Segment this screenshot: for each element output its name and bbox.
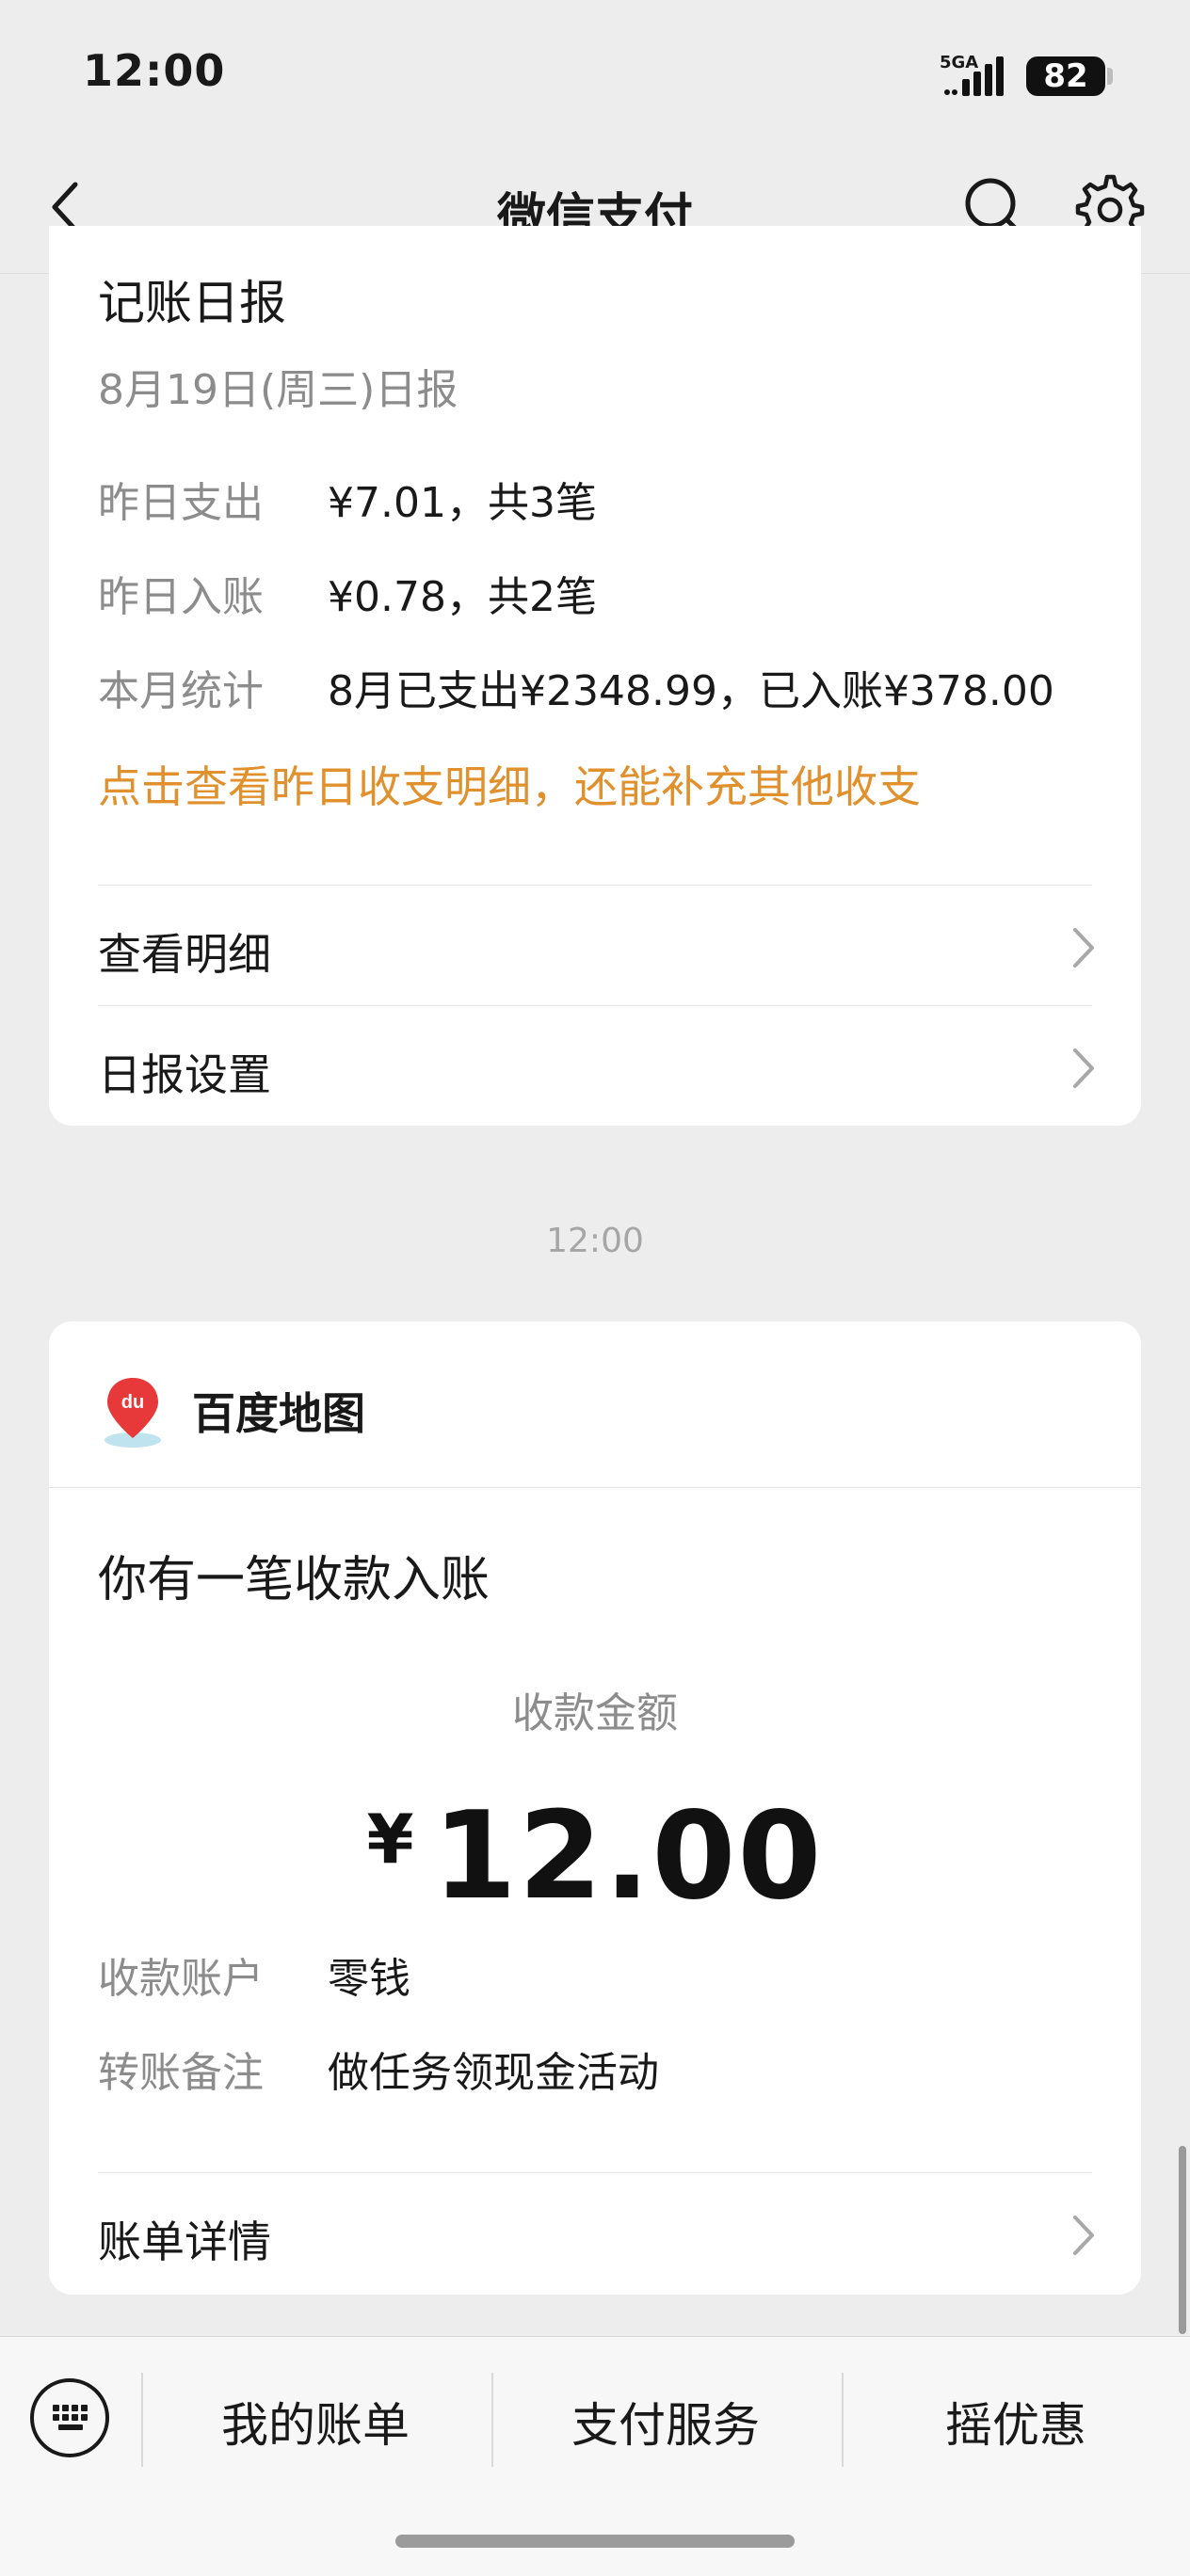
currency-symbol: ¥ [366, 1800, 414, 1879]
row-value: 做任务领现金活动 [328, 2049, 659, 2097]
menu-shake-offers[interactable]: 摇优惠 [842, 2388, 1190, 2456]
payment-title: 你有一笔收款入账 [98, 1552, 490, 1608]
chevron-right-icon [1073, 928, 1094, 968]
view-details-row[interactable]: 查看明细 [49, 887, 1141, 1007]
keyboard-icon [53, 2405, 88, 2430]
report-row-income: 昨日入账 ¥0.78，共2笔 [98, 563, 597, 623]
report-subtitle: 8月19日(周三)日报 [98, 366, 458, 414]
report-row-monthly: 本月统计 8月已支出¥2348.99，已入账¥378.00 [98, 657, 1054, 717]
menu-payment-services[interactable]: 支付服务 [491, 2388, 840, 2456]
menu-my-bills[interactable]: 我的账单 [141, 2388, 490, 2456]
status-bar: 12:00 5GA 82 [0, 0, 1190, 141]
amount-value: 12.00 [432, 1786, 824, 1927]
bill-details-label: 账单详情 [98, 2216, 271, 2267]
bill-details-row[interactable]: 账单详情 [49, 2174, 1141, 2295]
merchant-name: 百度地图 [192, 1388, 365, 1439]
view-detail-hint-link[interactable]: 点击查看昨日收支明细，还能补充其他收支 [98, 753, 921, 815]
row-label: 转账备注 [98, 2049, 264, 2097]
payment-card[interactable]: du 百度地图 你有一笔收款入账 收款金额 ¥12.00 收款账户 零钱 转账备注… [49, 1321, 1141, 2295]
divider [98, 885, 1092, 886]
row-label: 收款账户 [98, 1955, 264, 2003]
row-value: 8月已支出¥2348.99，已入账¥378.00 [328, 667, 1054, 715]
report-settings-label: 日报设置 [98, 1049, 271, 1100]
bottom-menu-bar: 我的账单 支付服务 摇优惠 [0, 2336, 1190, 2576]
daily-report-card[interactable]: 记账日报 8月19日(周三)日报 昨日支出 ¥7.01，共3笔 昨日入账 ¥0.78… [49, 226, 1141, 1126]
amount-display: ¥12.00 [49, 1786, 1141, 1927]
scrollbar[interactable] [1179, 2146, 1186, 2334]
chevron-right-icon [1073, 1048, 1094, 1088]
report-row-spending: 昨日支出 ¥7.01，共3笔 [98, 469, 597, 529]
battery-indicator: 82 [1026, 56, 1105, 96]
amount-label: 收款金额 [512, 1689, 678, 1737]
row-value: ¥0.78，共2笔 [328, 573, 597, 621]
svg-text:du: du [121, 1392, 144, 1413]
view-details-label: 查看明细 [98, 929, 271, 980]
row-label: 本月统计 [98, 667, 264, 715]
row-label: 昨日入账 [98, 573, 264, 621]
signal-icon [944, 56, 1004, 96]
payment-row-account: 收款账户 零钱 [98, 1944, 410, 2005]
baidu-map-logo-icon: du [105, 1378, 161, 1448]
message-timestamp: 12:00 [546, 1222, 644, 1260]
keyboard-toggle-button[interactable] [30, 2378, 109, 2457]
home-indicator[interactable] [395, 2535, 795, 2548]
divider [98, 2172, 1092, 2173]
status-time: 12:00 [83, 45, 226, 96]
payment-row-remark: 转账备注 做任务领现金活动 [98, 2039, 659, 2099]
row-value: ¥7.01，共3笔 [328, 479, 597, 527]
report-title: 记账日报 [98, 276, 286, 330]
report-settings-row[interactable]: 日报设置 [49, 1007, 1141, 1128]
divider [98, 1005, 1092, 1006]
battery-tip [1107, 68, 1113, 85]
divider [49, 1487, 1141, 1488]
row-label: 昨日支出 [98, 479, 264, 527]
chevron-right-icon [1073, 2216, 1094, 2255]
row-value: 零钱 [328, 1955, 410, 2003]
